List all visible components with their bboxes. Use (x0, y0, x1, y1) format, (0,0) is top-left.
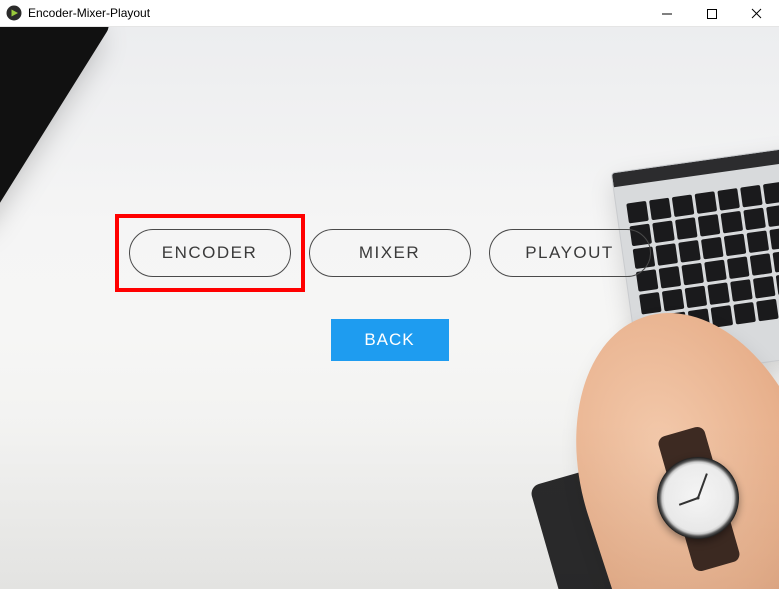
window-titlebar: Encoder-Mixer-Playout (0, 0, 779, 27)
encoder-button[interactable]: ENCODER (129, 229, 291, 277)
back-button[interactable]: BACK (331, 319, 449, 361)
playout-wrap: PLAYOUT (489, 229, 651, 277)
mode-button-row: ENCODER MIXER PLAYOUT (0, 229, 779, 277)
mixer-button[interactable]: MIXER (309, 229, 471, 277)
app-icon (6, 5, 22, 21)
phone-prop (0, 27, 113, 221)
minimize-button[interactable] (644, 0, 689, 27)
close-button[interactable] (734, 0, 779, 27)
window-title: Encoder-Mixer-Playout (28, 6, 150, 20)
watch-prop (657, 457, 739, 539)
mixer-wrap: MIXER (309, 229, 471, 277)
window-controls (644, 0, 779, 27)
encoder-wrap: ENCODER (129, 229, 291, 277)
content-area: ENCODER MIXER PLAYOUT BACK (0, 27, 779, 589)
playout-button[interactable]: PLAYOUT (489, 229, 651, 277)
maximize-button[interactable] (689, 0, 734, 27)
